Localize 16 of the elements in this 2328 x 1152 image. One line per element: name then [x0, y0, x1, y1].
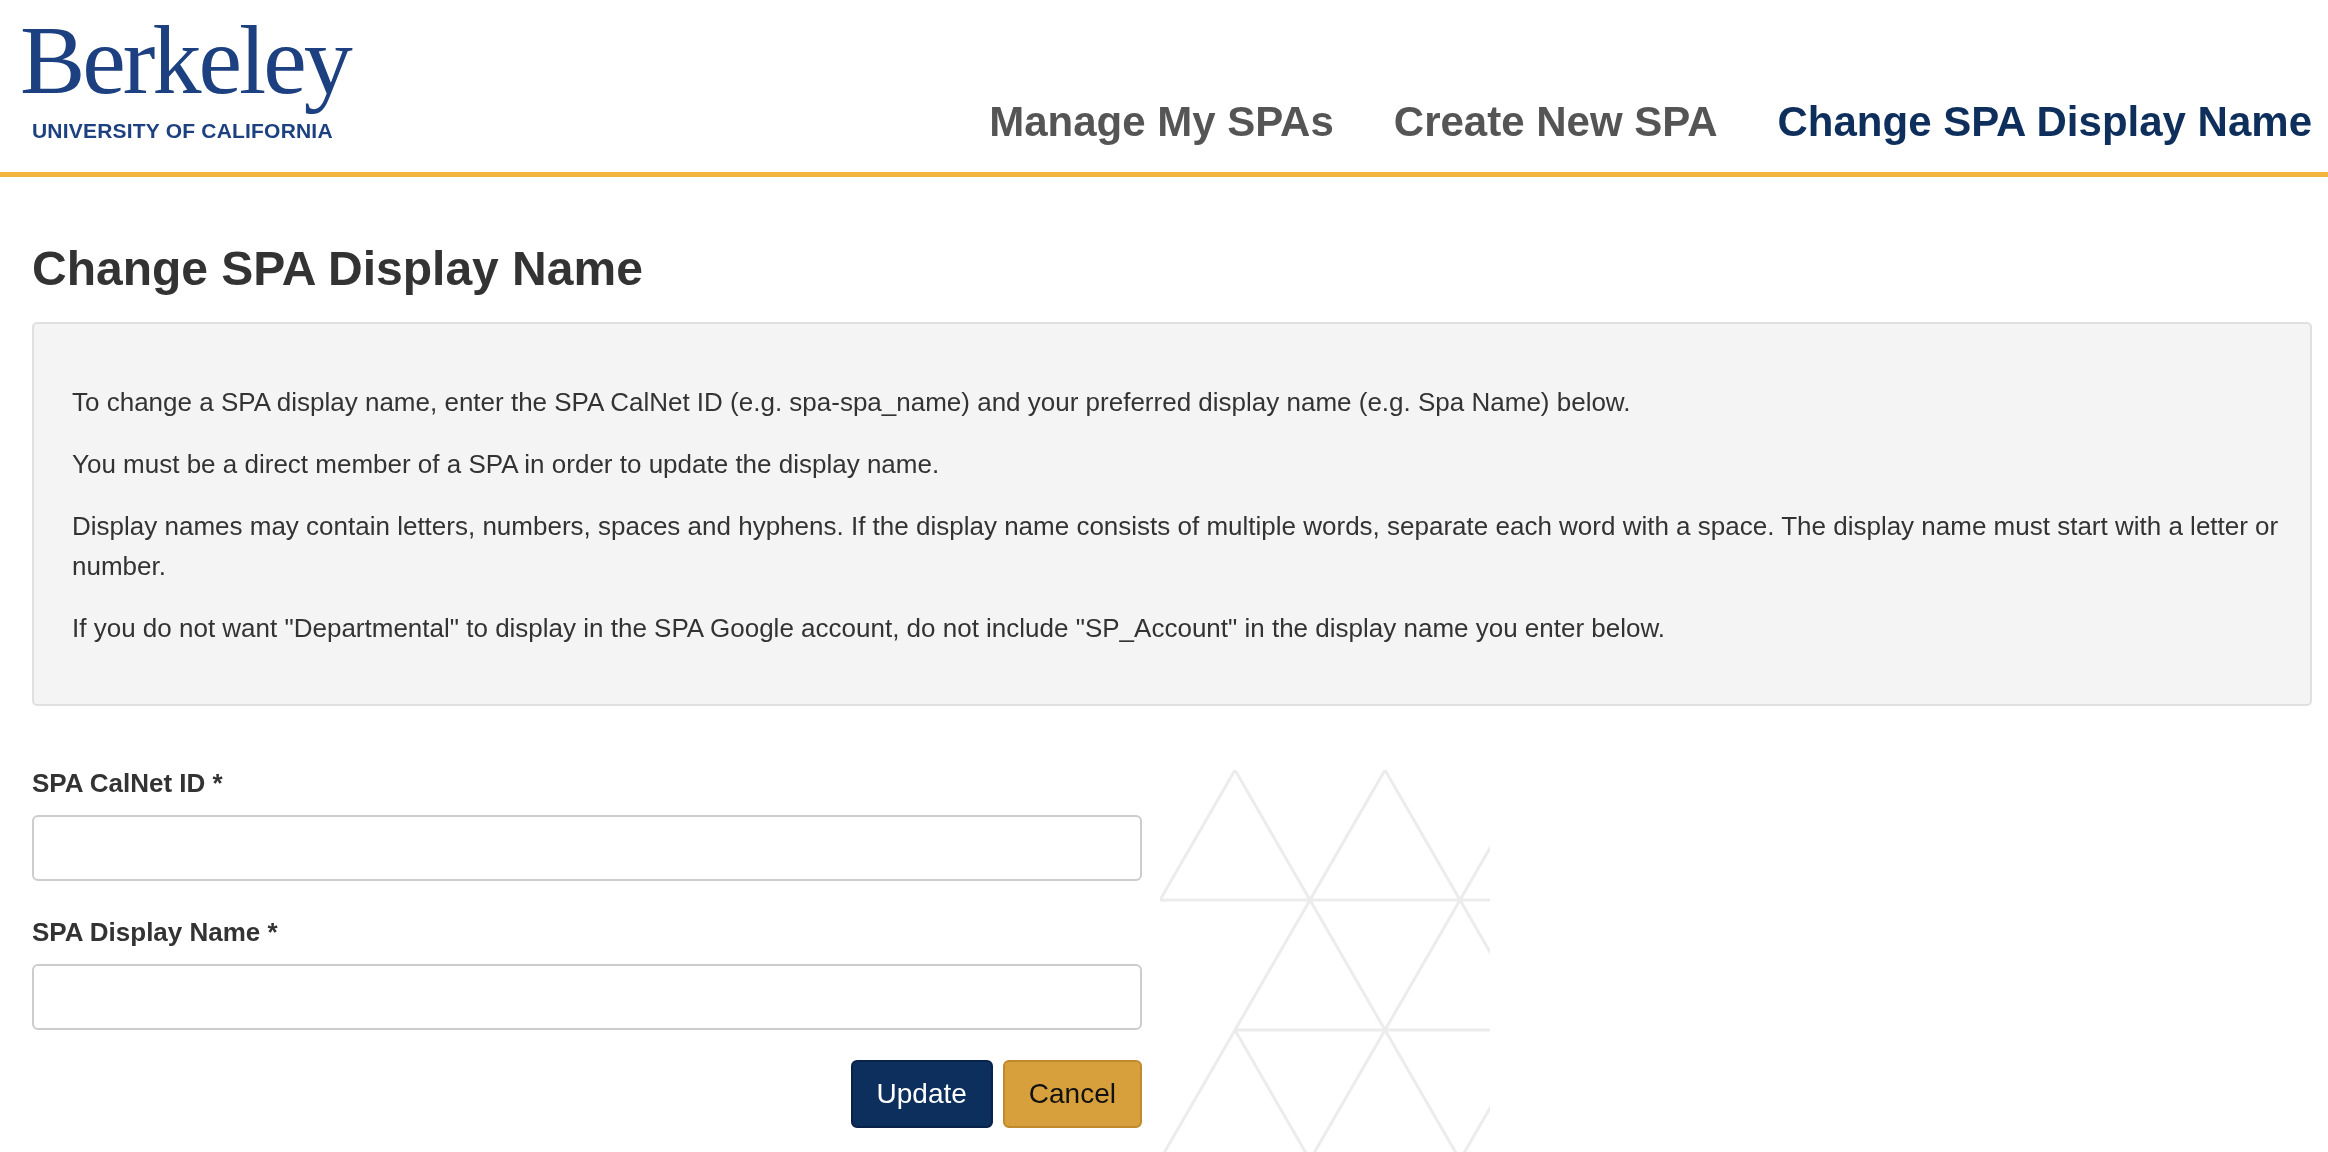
field-label: SPA CalNet ID *: [32, 768, 224, 799]
info-paragraph: If you do not want "Departmental" to display in the SPA Google account, do not include "SP_Account" in the display name you enter below.: [72, 612, 1667, 645]
page-title: Change SPA Display Name: [32, 241, 644, 296]
info-paragraph: To change a SPA display name, enter the SPA CalNet ID (e.g. spa-spa_name) and your preferred display name (e.g. Spa Name) below.: [72, 386, 1632, 419]
field-label: SPA Display Name *: [32, 917, 279, 948]
input-field[interactable]: [32, 964, 1142, 1030]
update-button[interactable]: Update: [850, 1060, 993, 1128]
input-field[interactable]: [32, 815, 1142, 881]
info-paragraph: Display names may contain letters, numbers, spaces and hyphens. If the display name consists of multiple words, separate each word with a space. The display name must start with a letter or number.: [72, 510, 2280, 583]
nav-link[interactable]: Manage My SPAs: [989, 98, 1334, 146]
logo-subtitle: UNIVERSITY OF CALIFORNIA: [32, 118, 333, 143]
cancel-button[interactable]: Cancel: [1002, 1060, 1142, 1128]
nav-link[interactable]: Change SPA Display Name: [1777, 98, 2312, 146]
info-paragraph: You must be a direct member of a SPA in order to update the display name.: [72, 448, 941, 481]
logo-wordmark: Berkeley: [20, 5, 352, 116]
nav-link[interactable]: Create New SPA: [1393, 98, 1718, 146]
